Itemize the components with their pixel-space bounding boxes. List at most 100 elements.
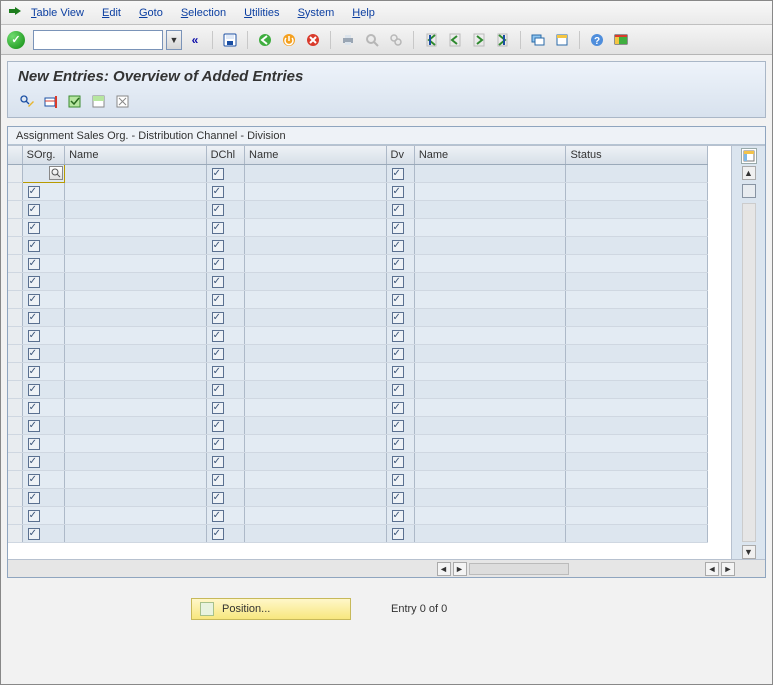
cell-name1[interactable] (65, 200, 207, 218)
row-selector[interactable] (8, 272, 22, 290)
cell-dv[interactable] (386, 200, 414, 218)
back-button[interactable] (254, 29, 276, 51)
cell-status[interactable] (566, 326, 708, 344)
menu-goto[interactable]: Goto (139, 7, 163, 19)
cell-status[interactable] (566, 200, 708, 218)
exit-button[interactable] (278, 29, 300, 51)
cell-dchl[interactable] (206, 524, 244, 542)
cell-name3[interactable] (414, 398, 566, 416)
row-selector[interactable] (8, 434, 22, 452)
row-selector[interactable] (8, 398, 22, 416)
cell-name2[interactable] (245, 326, 387, 344)
row-selector[interactable] (8, 326, 22, 344)
cell-dchl[interactable] (206, 344, 244, 362)
cell-dv[interactable] (386, 164, 414, 182)
row-selector[interactable] (8, 290, 22, 308)
row-selector[interactable] (8, 308, 22, 326)
collapse-icon[interactable]: « (184, 29, 206, 51)
vscroll-thumb[interactable] (742, 184, 756, 198)
cell-sorg[interactable] (22, 272, 64, 290)
cell-status[interactable] (566, 308, 708, 326)
cell-name3[interactable] (414, 254, 566, 272)
cell-name3[interactable] (414, 344, 566, 362)
cell-dchl[interactable] (206, 434, 244, 452)
cell-status[interactable] (566, 434, 708, 452)
cell-name1[interactable] (65, 254, 207, 272)
row-selector[interactable] (8, 182, 22, 200)
cell-sorg[interactable] (22, 380, 64, 398)
cell-name1[interactable] (65, 290, 207, 308)
cell-dv[interactable] (386, 218, 414, 236)
position-button[interactable]: Position... (191, 598, 351, 620)
cell-status[interactable] (566, 254, 708, 272)
cell-name1[interactable] (65, 218, 207, 236)
col-dchl[interactable]: DChl (206, 146, 244, 164)
cell-name1[interactable] (65, 470, 207, 488)
cell-sorg[interactable] (22, 254, 64, 272)
cell-sorg[interactable] (22, 164, 64, 182)
cell-dv[interactable] (386, 470, 414, 488)
cell-name3[interactable] (414, 434, 566, 452)
hscroll-right-icon[interactable]: ► (453, 562, 467, 576)
cell-name2[interactable] (245, 236, 387, 254)
command-dropdown-icon[interactable]: ▼ (166, 30, 182, 50)
cell-name2[interactable] (245, 434, 387, 452)
cell-name2[interactable] (245, 470, 387, 488)
cell-dchl[interactable] (206, 236, 244, 254)
cell-dv[interactable] (386, 272, 414, 290)
cell-status[interactable] (566, 506, 708, 524)
vscroll-down-icon[interactable]: ▼ (742, 545, 756, 559)
cell-status[interactable] (566, 218, 708, 236)
row-selector[interactable] (8, 164, 22, 182)
cell-status[interactable] (566, 164, 708, 182)
cell-dv[interactable] (386, 326, 414, 344)
row-selector[interactable] (8, 218, 22, 236)
cell-status[interactable] (566, 416, 708, 434)
next-page-button[interactable] (468, 29, 490, 51)
hscroll-right2-icon[interactable]: ► (721, 562, 735, 576)
cell-name3[interactable] (414, 290, 566, 308)
cell-name2[interactable] (245, 308, 387, 326)
cell-status[interactable] (566, 398, 708, 416)
cell-status[interactable] (566, 362, 708, 380)
cell-sorg[interactable] (22, 200, 64, 218)
print-button[interactable] (337, 29, 359, 51)
row-selector[interactable] (8, 236, 22, 254)
cell-dchl[interactable] (206, 200, 244, 218)
row-selector[interactable] (8, 452, 22, 470)
window-menu-icon[interactable] (7, 5, 23, 21)
cell-name3[interactable] (414, 416, 566, 434)
cell-name3[interactable] (414, 272, 566, 290)
save-button[interactable] (219, 29, 241, 51)
cell-name2[interactable] (245, 506, 387, 524)
hscroll-left-icon[interactable]: ◄ (437, 562, 451, 576)
cell-name1[interactable] (65, 272, 207, 290)
cell-name2[interactable] (245, 290, 387, 308)
cell-name1[interactable] (65, 434, 207, 452)
row-selector[interactable] (8, 344, 22, 362)
menu-selection[interactable]: Selection (181, 7, 226, 19)
cell-name1[interactable] (65, 326, 207, 344)
vscroll-up-icon[interactable]: ▲ (742, 166, 756, 180)
cell-name3[interactable] (414, 506, 566, 524)
cell-name3[interactable] (414, 164, 566, 182)
cell-dv[interactable] (386, 254, 414, 272)
row-selector[interactable] (8, 524, 22, 542)
layout-button[interactable] (610, 29, 632, 51)
f4-help-icon[interactable] (49, 166, 63, 180)
cell-sorg[interactable] (22, 434, 64, 452)
col-sorg[interactable]: SOrg. (22, 146, 64, 164)
prev-page-button[interactable] (444, 29, 466, 51)
cell-dchl[interactable] (206, 290, 244, 308)
cell-name2[interactable] (245, 488, 387, 506)
cell-status[interactable] (566, 524, 708, 542)
cell-name2[interactable] (245, 272, 387, 290)
cell-name1[interactable] (65, 488, 207, 506)
cell-sorg[interactable] (22, 218, 64, 236)
cell-dchl[interactable] (206, 362, 244, 380)
cell-name1[interactable] (65, 164, 207, 182)
cell-dv[interactable] (386, 362, 414, 380)
cell-dv[interactable] (386, 488, 414, 506)
first-page-button[interactable] (420, 29, 442, 51)
hscroll-track[interactable] (469, 563, 569, 575)
